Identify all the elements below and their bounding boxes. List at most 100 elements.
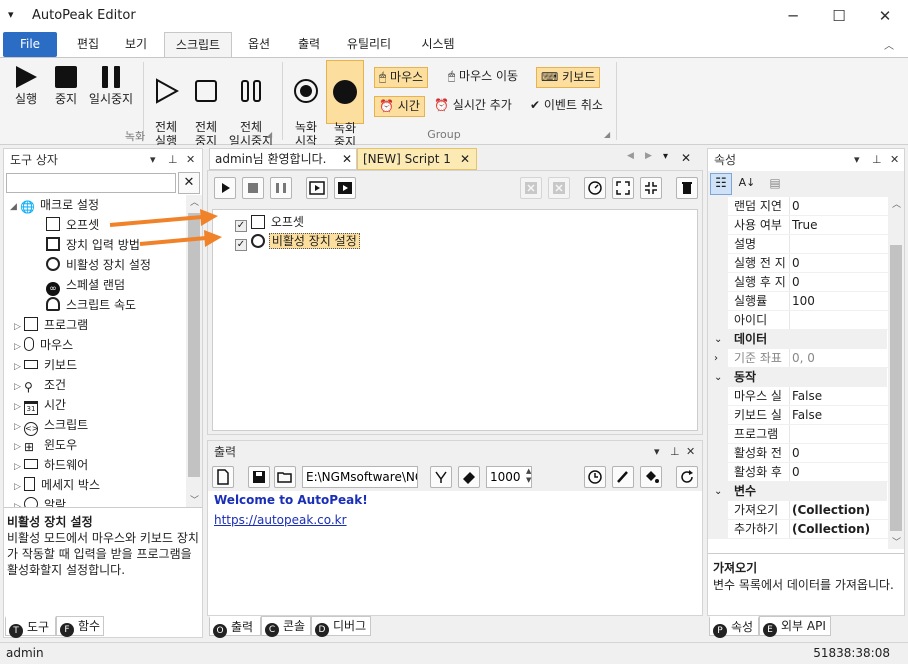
collapse-ribbon-icon[interactable]: ︿ [884, 37, 894, 52]
tab-tools[interactable]: T 도구 [5, 616, 56, 638]
brush-button[interactable] [612, 466, 634, 488]
alphabetical-view-button[interactable]: A↓ [736, 173, 758, 195]
line-checkbox[interactable]: ✓ [235, 239, 247, 251]
property-value[interactable]: 0 [792, 273, 800, 292]
tab-debug[interactable]: D 디버그 [311, 616, 371, 637]
property-row[interactable]: › 기준 좌표 0, 0 [708, 349, 888, 368]
tab-console[interactable]: C 콘솔 [261, 616, 311, 637]
tab-edit[interactable]: 편집 [64, 32, 112, 57]
property-value[interactable]: 0, 0 [792, 349, 815, 368]
tab-view[interactable]: 보기 [112, 32, 160, 57]
tree-node[interactable]: ▷ 마우스 [14, 335, 73, 355]
pause-script-button[interactable] [270, 177, 292, 199]
property-row[interactable]: 실행 전 지 0 [708, 254, 888, 273]
dialog-launcher-icon[interactable]: ◢ [604, 130, 610, 139]
clear-search-button[interactable]: ✕ [178, 172, 200, 194]
tab-properties[interactable]: P 속성 [709, 616, 759, 638]
eraser-button[interactable] [458, 466, 480, 488]
category-collapse-icon[interactable]: ⌄ [714, 482, 722, 501]
expand-arrow-icon[interactable]: ▷ [14, 417, 24, 437]
property-value[interactable]: (Collection) [792, 520, 870, 539]
tab-utility[interactable]: 유틸리티 [338, 32, 400, 57]
clean-button[interactable] [430, 466, 452, 488]
tree-node[interactable]: ▷ 알람 [14, 495, 66, 507]
panel-close-icon[interactable]: ✕ [686, 445, 695, 458]
fill-color-button[interactable] [640, 466, 662, 488]
collapse-all-button[interactable] [640, 177, 662, 199]
refresh-button[interactable] [676, 466, 698, 488]
panel-dropdown-icon[interactable]: ▾ [150, 153, 156, 166]
close-button[interactable]: ✕ [862, 0, 908, 32]
doc-tab-script1[interactable]: [NEW] Script 1 ✕ [357, 148, 477, 170]
category-collapse-icon[interactable]: ⌄ [714, 368, 722, 387]
panel-close-icon[interactable]: ✕ [890, 153, 899, 166]
property-category[interactable]: ⌄ 동작 [708, 368, 887, 387]
dialog-launcher-icon[interactable]: ◢ [266, 130, 272, 139]
keyboard-toggle[interactable]: ⌨ 키보드 [536, 67, 601, 88]
tree-node[interactable]: 오프셋 [46, 215, 99, 235]
tab-output[interactable]: 출력 [286, 32, 332, 57]
maximize-button[interactable]: ☐ [816, 0, 862, 32]
stop-button[interactable]: 중지 [48, 62, 84, 106]
property-row[interactable]: 설명 [708, 235, 888, 254]
tree-node[interactable]: ▷ 프로그램 [14, 315, 88, 335]
tree-node[interactable]: ▷ 메세지 박스 [14, 475, 100, 495]
tab-script[interactable]: 스크립트 [164, 32, 232, 57]
property-row[interactable]: 실행 후 지 0 [708, 273, 888, 292]
mouse-toggle[interactable]: 🖱 마우스 [374, 67, 429, 88]
expand-arrow-icon[interactable]: ▷ [14, 357, 24, 377]
realtime-add-toggle[interactable]: ⏰ 실시간 추가 [430, 96, 516, 117]
disable-button[interactable] [520, 177, 542, 199]
scroll-down-icon[interactable]: ﹀ [190, 493, 199, 506]
quick-access-dropdown[interactable]: ▾ [8, 8, 14, 21]
expand-arrow-icon[interactable]: ▷ [14, 437, 24, 457]
category-collapse-icon[interactable]: ⌄ [714, 330, 722, 349]
property-row[interactable]: 아이디 [708, 311, 888, 330]
pin-icon[interactable]: ⊥ [872, 153, 882, 166]
property-value[interactable]: 0 [792, 463, 800, 482]
time-toggle[interactable]: ⏰ 시간 [374, 96, 425, 117]
run-button[interactable]: 실행 [8, 62, 44, 106]
property-value[interactable]: (Collection) [792, 501, 870, 520]
pin-icon[interactable]: ⊥ [168, 153, 178, 166]
scroll-up-icon[interactable]: ︿ [892, 197, 901, 210]
property-row[interactable]: 활성화 전 0 [708, 444, 888, 463]
delete-line-button[interactable] [548, 177, 570, 199]
tab-external-api[interactable]: E 외부 API [759, 616, 831, 637]
scrollbar-thumb[interactable] [890, 245, 902, 531]
close-document-icon[interactable]: ✕ [681, 151, 691, 165]
property-value[interactable]: 0 [792, 444, 800, 463]
timer-button[interactable] [584, 177, 606, 199]
run-from-here-button[interactable] [334, 177, 356, 199]
properties-scrollbar[interactable]: ︿ ﹀ [888, 197, 904, 549]
expand-arrow-icon[interactable]: › [714, 349, 718, 368]
property-category[interactable]: ⌄ 데이터 [708, 330, 887, 349]
script-line[interactable]: ✓ 오프셋 [235, 213, 304, 232]
property-row[interactable]: 키보드 실 False [708, 406, 888, 425]
open-folder-button[interactable] [274, 466, 296, 488]
output-link[interactable]: https://autopeak.co.kr [214, 513, 347, 527]
tab-system[interactable]: 시스템 [408, 32, 468, 57]
scroll-down-icon[interactable]: ﹀ [892, 535, 901, 548]
expand-arrow-icon[interactable]: ▷ [14, 457, 24, 477]
panel-dropdown-icon[interactable]: ▾ [854, 153, 860, 166]
tree-node[interactable]: ▷ 하드웨어 [14, 455, 88, 475]
save-log-button[interactable] [248, 466, 270, 488]
property-category[interactable]: ⌄ 변수 [708, 482, 887, 501]
property-row[interactable]: 추가하기 (Collection) [708, 520, 888, 539]
property-row[interactable]: 사용 여부 True [708, 216, 888, 235]
tree-node[interactable]: ▷ 키보드 [14, 355, 77, 375]
property-row[interactable]: 활성화 후 0 [708, 463, 888, 482]
panel-dropdown-icon[interactable]: ▾ [654, 445, 660, 458]
log-path-input[interactable] [302, 466, 418, 488]
step-button[interactable] [306, 177, 328, 199]
collapse-arrow-icon[interactable]: ◢ [10, 197, 20, 217]
tab-list-dropdown-icon[interactable]: ▾ [663, 151, 668, 162]
tree-node[interactable]: ▷ <> 스크립트 [14, 415, 88, 437]
property-value[interactable]: 0 [792, 197, 800, 216]
toolbox-search-input[interactable] [6, 173, 176, 193]
property-value[interactable]: False [792, 406, 822, 425]
property-row[interactable]: 마우스 실 False [708, 387, 888, 406]
expand-arrow-icon[interactable]: ▷ [14, 397, 24, 417]
expand-arrow-icon[interactable]: ▷ [14, 337, 24, 357]
